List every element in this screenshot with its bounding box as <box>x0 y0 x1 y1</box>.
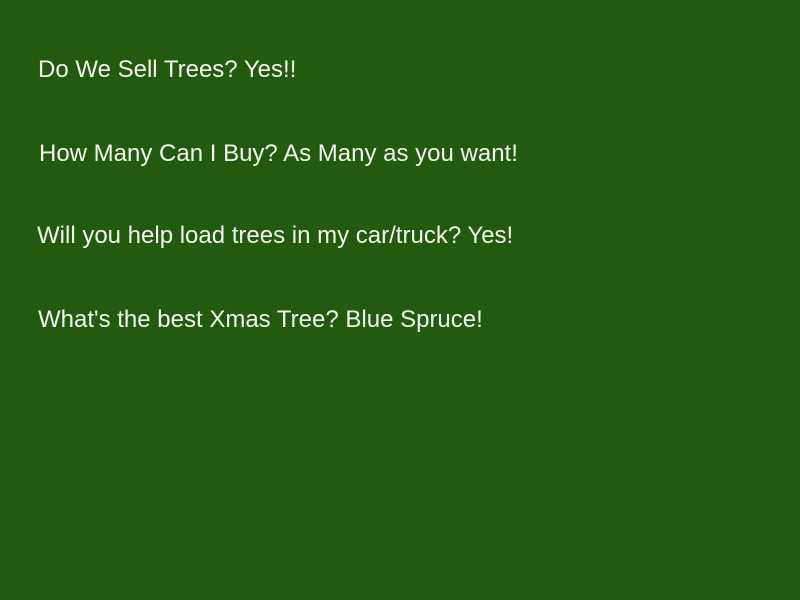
faq-item-help-load: Will you help load trees in my car/truck… <box>37 222 514 249</box>
faq-item-sell-trees: Do We Sell Trees? Yes!! <box>38 56 297 83</box>
faq-item-how-many: How Many Can I Buy? As Many as you want! <box>39 140 518 167</box>
page-background: { "colors": { "background": "#225a0f", "… <box>0 0 800 600</box>
faq-item-best-tree: What's the best Xmas Tree? Blue Spruce! <box>38 306 483 333</box>
